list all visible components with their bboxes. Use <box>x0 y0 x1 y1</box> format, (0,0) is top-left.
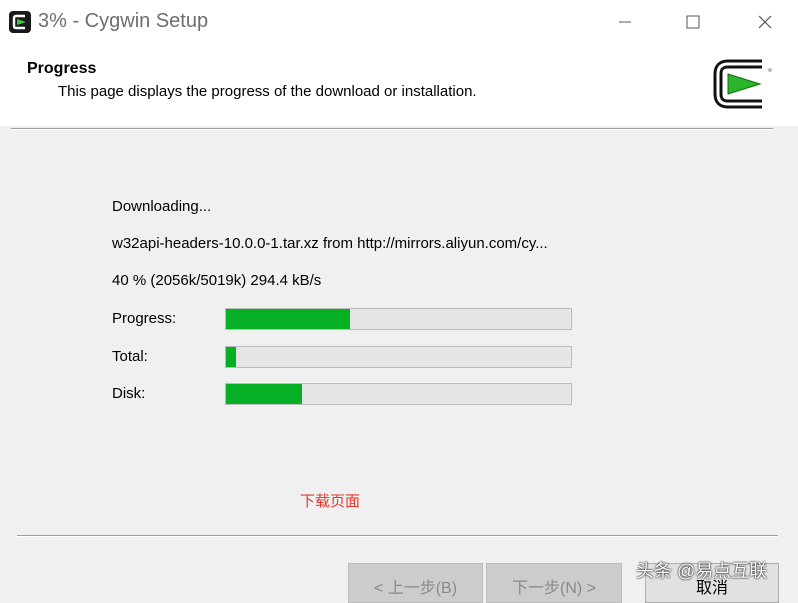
progress-bar <box>225 308 572 330</box>
title-bar[interactable]: 3% - Cygwin Setup <box>0 0 798 44</box>
disk-bar <box>225 383 572 405</box>
window-title: 3% - Cygwin Setup <box>38 10 209 32</box>
cygwin-app-icon <box>9 11 31 33</box>
minimize-icon <box>619 21 631 23</box>
total-label: Total: <box>112 348 148 365</box>
current-file-text: w32api-headers-10.0.0-1.tar.xz from http… <box>112 235 548 252</box>
close-button[interactable] <box>742 0 788 44</box>
status-text: Downloading... <box>112 198 212 215</box>
download-stats-text: 40 % (2056k/5019k) 294.4 kB/s <box>112 272 322 289</box>
maximize-button[interactable] <box>670 0 716 44</box>
footer-separator <box>17 535 778 537</box>
next-button[interactable]: 下一步(N) > <box>486 563 622 603</box>
disk-label: Disk: <box>112 385 146 402</box>
page-header: Progress This page displays the progress… <box>0 44 798 126</box>
progress-bar-fill <box>226 309 351 329</box>
total-bar-fill <box>226 347 237 367</box>
back-button[interactable]: < 上一步(B) <box>348 563 483 603</box>
close-icon <box>758 15 772 29</box>
progress-label: Progress: <box>112 310 177 327</box>
cygwin-logo <box>710 58 774 110</box>
page-subtitle: This page displays the progress of the d… <box>58 83 477 100</box>
annotation-note: 下载页面 <box>300 493 361 510</box>
page-title: Progress <box>27 60 97 77</box>
minimize-button[interactable] <box>602 0 648 44</box>
disk-bar-fill <box>226 384 302 404</box>
header-separator <box>11 128 773 130</box>
watermark: 头条 @易点互联 <box>636 561 768 581</box>
maximize-icon <box>686 15 700 29</box>
total-bar <box>225 346 572 368</box>
